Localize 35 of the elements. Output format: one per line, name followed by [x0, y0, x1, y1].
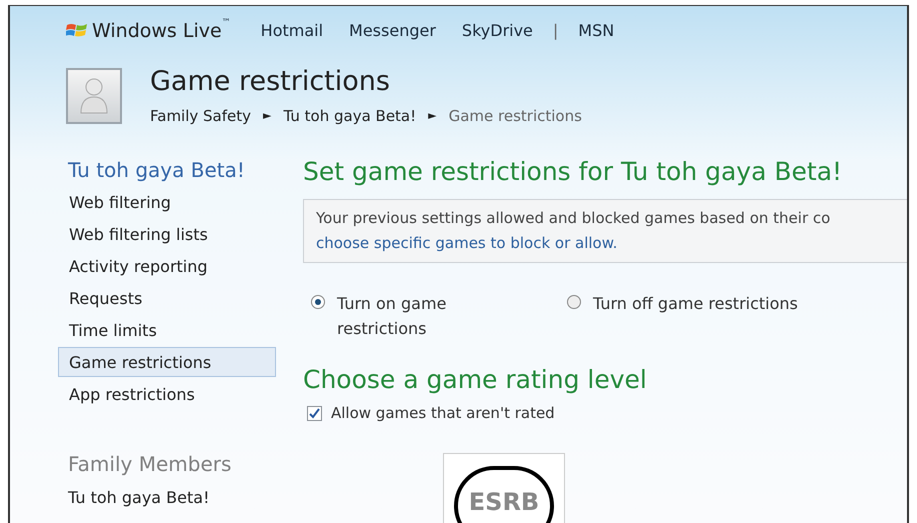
sidebar-item[interactable]: Web filtering lists	[58, 219, 276, 249]
notice-link[interactable]: choose specific games to block or allow.	[316, 234, 618, 252]
sidebar-item[interactable]: App restrictions	[58, 379, 276, 409]
section-heading: Set game restrictions for Tu toh gaya Beta!	[303, 156, 844, 188]
checkbox[interactable]	[307, 406, 322, 421]
nav-link[interactable]: Messenger	[349, 19, 436, 43]
section-heading: Choose a game rating level	[303, 364, 648, 396]
sidebar-heading: Family Members	[67, 451, 232, 478]
sidebar-item[interactable]: Requests	[58, 283, 276, 313]
checkbox-label: Allow games that aren't rated	[331, 403, 555, 424]
page-title: Game restrictions	[150, 65, 391, 99]
nav-link[interactable]: SkyDrive	[462, 19, 533, 43]
logo-text: ESRB	[468, 486, 540, 518]
sidebar-heading: Tu toh gaya Beta!	[67, 157, 246, 184]
breadcrumb-separator: ►	[428, 108, 437, 124]
member-link[interactable]: Tu toh gaya Beta!	[58, 483, 276, 513]
breadcrumb-link[interactable]: Tu toh gaya Beta!	[283, 104, 416, 127]
radio-button[interactable]	[567, 294, 581, 308]
nav-separator: |	[552, 20, 558, 42]
sidebar-item[interactable]: Activity reporting	[58, 251, 276, 281]
radio-label: Turn off game restrictions	[593, 292, 798, 314]
sidebar-item[interactable]: Time limits	[58, 315, 276, 345]
sidebar-item[interactable]: Game restrictions	[58, 347, 276, 377]
nav-link[interactable]: Hotmail	[260, 19, 324, 43]
avatar-icon	[66, 68, 122, 124]
breadcrumb-link[interactable]: Family Safety	[150, 104, 252, 127]
brand-link[interactable]: Windows Live	[92, 16, 222, 46]
nav-link[interactable]: MSN	[578, 19, 614, 43]
breadcrumb-separator: ►	[263, 108, 272, 124]
notice-text: Your previous settings allowed and blocked games based on their co	[316, 208, 832, 228]
trademark-sign: ™	[222, 16, 231, 30]
radio-button[interactable]	[311, 294, 325, 308]
breadcrumb-link[interactable]: Game restrictions	[448, 104, 582, 127]
sidebar-item[interactable]: Web filtering	[58, 187, 276, 217]
radio-label: Turn on game restrictions	[337, 292, 448, 340]
